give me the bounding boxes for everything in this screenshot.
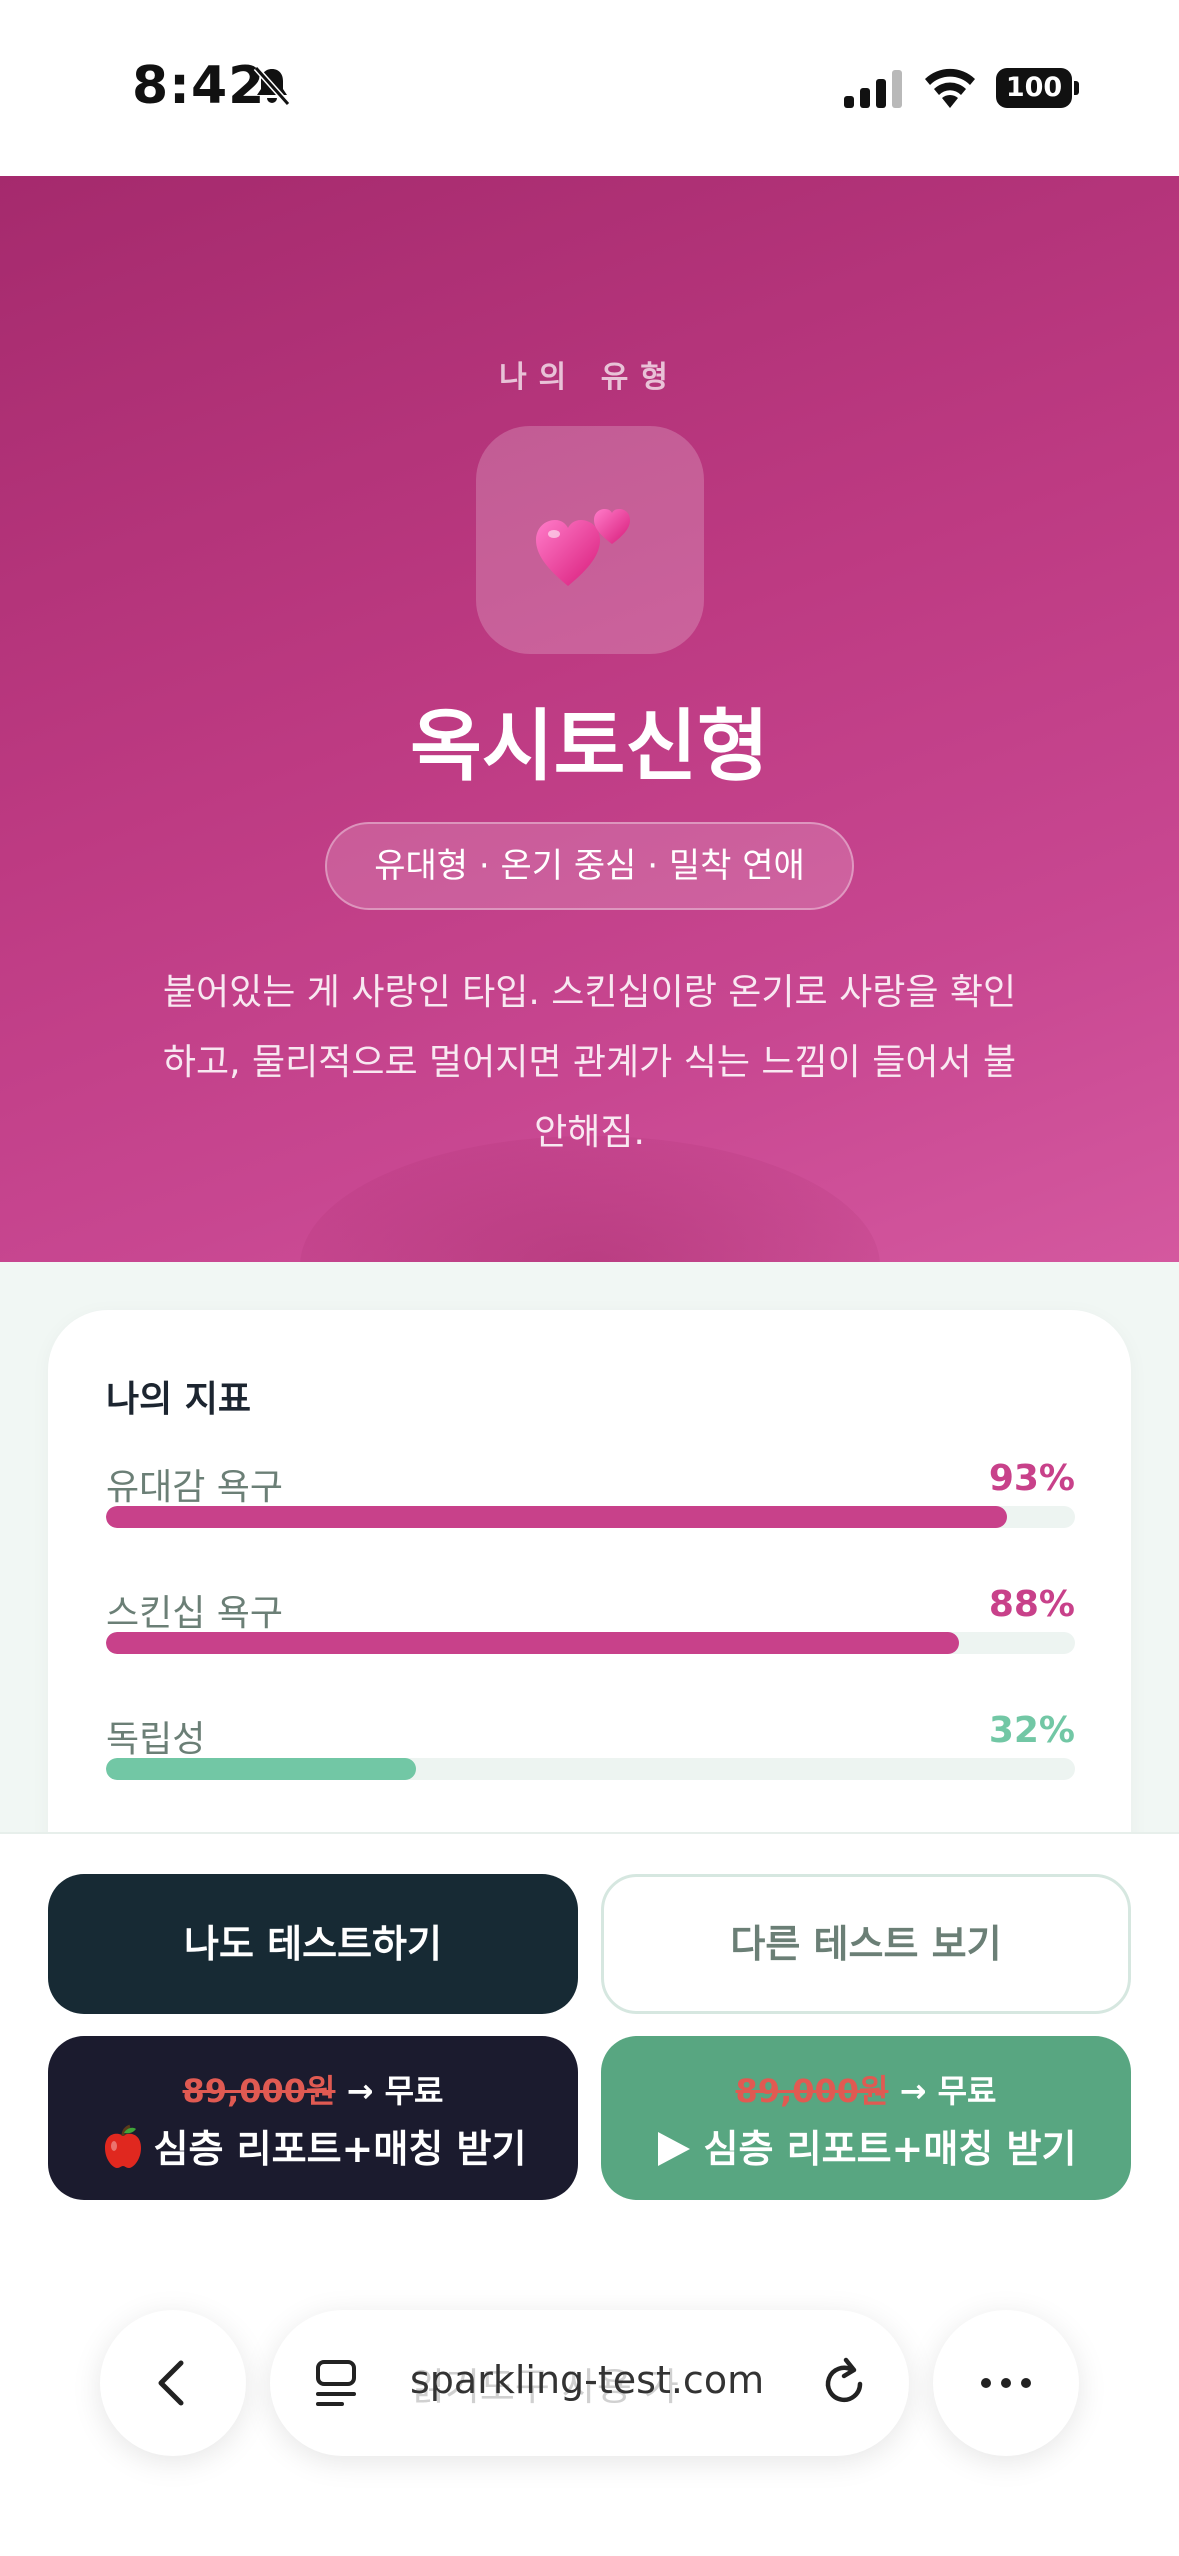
status-time: 8:42 <box>132 56 266 116</box>
old-price: 89,000원 <box>735 2072 889 2110</box>
metric-fill <box>106 1506 1008 1528</box>
old-price: 89,000원 <box>182 2072 336 2110</box>
battery-indicator: 100 <box>996 68 1080 108</box>
chevron-left-icon <box>158 2360 184 2406</box>
ellipsis-icon <box>981 2378 1031 2388</box>
url-text: sparkling-test.com <box>410 2358 765 2402</box>
price-line: 89,000원 → 무료 <box>601 2066 1131 2112</box>
metric-label: 독립성 <box>106 1719 206 1760</box>
price-suffix: → 무료 <box>888 2072 997 2110</box>
battery-tip <box>1074 81 1079 95</box>
hero-eyebrow: 나의 유형 <box>499 360 680 395</box>
metric-value: 88% <box>988 1584 1075 1625</box>
play-icon <box>657 2132 690 2166</box>
other-tests-button[interactable]: 다른 테스트 보기 <box>601 1874 1131 2014</box>
metric-label: 스킨십 욕구 <box>106 1593 284 1634</box>
reload-icon[interactable] <box>816 2354 872 2412</box>
button-main-label: 심층 리포트+매칭 받기 <box>48 2118 578 2173</box>
two-hearts-icon <box>536 509 630 586</box>
metric-bonding-need: 유대감 욕구 93% <box>106 1458 1075 1548</box>
apple-icon <box>104 2124 141 2168</box>
metric-track <box>106 1506 1075 1528</box>
type-tag-pill: 유대형 · 온기 중심 · 밀착 연애 <box>325 822 854 910</box>
price-line: 89,000원 → 무료 <box>48 2066 578 2112</box>
type-description: 붙어있는 게 사랑인 타입. 스킨십이랑 온기로 사랑을 확인하고, 물리적으로… <box>162 972 1017 1153</box>
bell-muted-icon <box>253 66 291 106</box>
type-icon-box <box>476 426 704 654</box>
metric-track <box>106 1758 1075 1780</box>
metric-independence: 독립성 32% <box>106 1710 1075 1800</box>
back-button[interactable] <box>100 2310 246 2456</box>
metrics-title: 나의 지표 <box>106 1379 252 1420</box>
ios-report-button[interactable]: 89,000원 → 무료 심층 리포트+매칭 받기 <box>48 2036 578 2200</box>
status-bar: 8:42 100 <box>0 0 1179 176</box>
android-report-label: 심층 리포트+매칭 받기 <box>703 2127 1077 2171</box>
try-test-button[interactable]: 나도 테스트하기 <box>48 1874 578 2014</box>
reader-mode-icon[interactable] <box>314 2358 364 2410</box>
metric-label: 유대감 욕구 <box>106 1467 284 1508</box>
price-suffix: → 무료 <box>335 2072 444 2110</box>
wifi-icon <box>925 68 975 108</box>
ios-report-label: 심층 리포트+매칭 받기 <box>153 2127 527 2171</box>
android-report-button[interactable]: 89,000원 → 무료 심층 리포트+매칭 받기 <box>601 2036 1131 2200</box>
battery-level: 100 <box>996 68 1072 108</box>
metric-value: 93% <box>988 1458 1075 1499</box>
more-options-button[interactable] <box>933 2310 1079 2456</box>
metric-value: 32% <box>988 1710 1075 1751</box>
metric-fill <box>106 1758 417 1780</box>
address-bar[interactable]: 읽기도구 사용 가 sparkling-test.com <box>270 2310 909 2456</box>
result-hero: 나의 유형 옥시토신형 유대형 · 온기 중심 · 밀착 연애 붙어있는 게 사… <box>0 176 1179 1262</box>
cellular-signal-icon <box>844 70 902 108</box>
button-main-label: 심층 리포트+매칭 받기 <box>601 2118 1131 2173</box>
metric-fill <box>106 1632 959 1654</box>
metric-track <box>106 1632 1075 1654</box>
type-title: 옥시토신형 <box>410 702 769 792</box>
metric-skinship-need: 스킨십 욕구 88% <box>106 1584 1075 1674</box>
